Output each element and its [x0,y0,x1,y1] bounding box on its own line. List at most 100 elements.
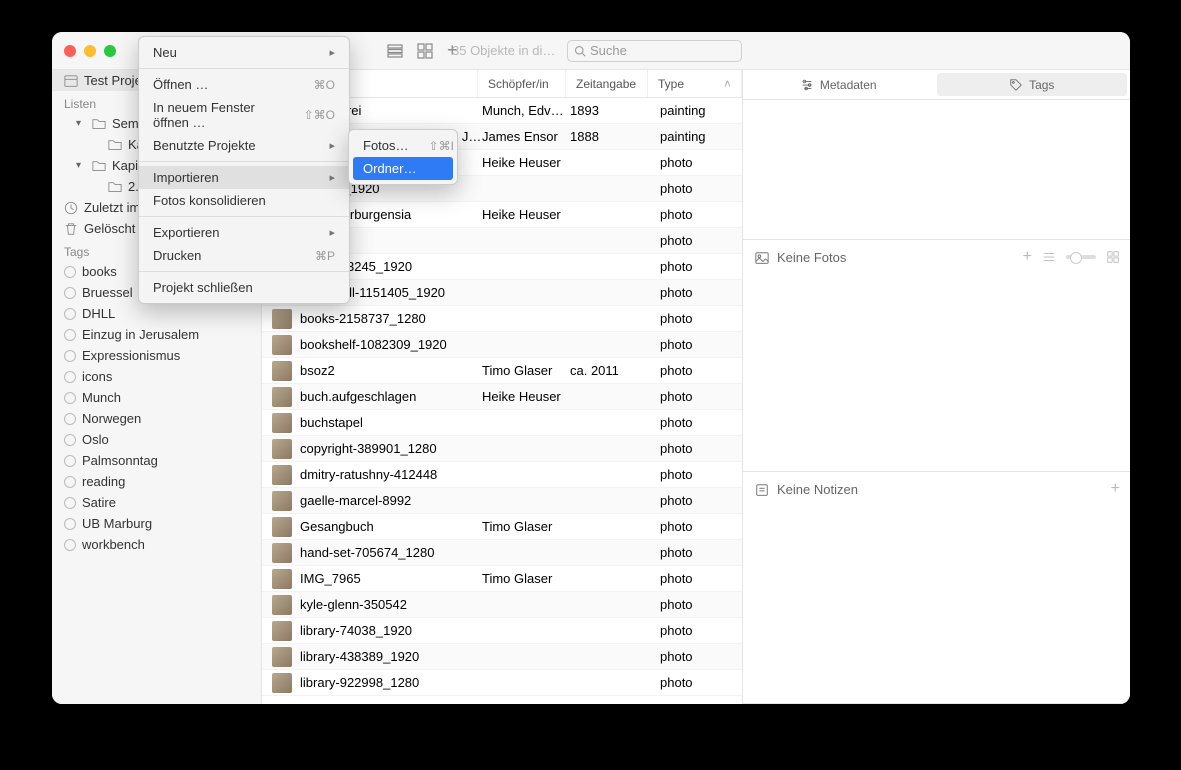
sidebar-tag-item[interactable]: workbench [52,534,261,555]
menu-consolidate[interactable]: Fotos konsolidieren [139,189,349,212]
sidebar-tag-item[interactable]: Palmsonntag [52,450,261,471]
sidebar-tag-item[interactable]: reading [52,471,261,492]
menu-print[interactable]: Drucken⌘P [139,244,349,267]
menu-import[interactable]: Importieren▸ [139,166,349,189]
sidebar-tag-item[interactable]: Oslo [52,429,261,450]
col-type[interactable]: Type˄ [648,70,742,97]
folder-icon [92,159,106,173]
minimize-button[interactable] [84,45,96,57]
tag-color-icon [64,434,76,446]
grid-icon [417,43,433,59]
tag-color-icon [64,350,76,362]
menu-new[interactable]: Neu▸ [139,41,349,64]
note-icon [755,483,769,497]
grid-view-icon[interactable] [1106,250,1120,264]
thumbnail [272,465,292,485]
table-row[interactable]: bsoz2Timo Glaserca. 2011photo [262,358,742,384]
thumb-size-slider[interactable] [1066,255,1096,259]
item-count: 35 Objekte in di… [452,43,555,58]
clock-icon [64,201,78,215]
thumbnail [272,543,292,563]
folder-icon [92,117,106,131]
tag-color-icon [64,308,76,320]
tag-color-icon [64,455,76,467]
sidebar-tag-item[interactable]: Norwegen [52,408,261,429]
photos-panel: Keine Fotos + [743,240,1130,472]
tab-metadata[interactable]: Metadaten [743,70,934,99]
sidebar-tag-item[interactable]: Expressionismus [52,345,261,366]
list-view-icon[interactable] [1042,250,1056,264]
col-creator[interactable]: Schöpfer/in [478,70,566,97]
menu-close-project[interactable]: Projekt schließen [139,276,349,299]
table-row[interactable]: buch.aufgeschlagenHeike Heuserphoto [262,384,742,410]
zoom-button[interactable] [104,45,116,57]
sliders-icon [800,78,814,92]
import-submenu: Fotos…⇧⌘I Ordner… [348,129,458,185]
project-icon [64,74,78,88]
thumbnail [272,569,292,589]
submenu-photos[interactable]: Fotos…⇧⌘I [349,134,457,157]
tag-color-icon [64,371,76,383]
table-row[interactable]: library-922998_1280photo [262,670,742,696]
menu-recent-projects[interactable]: Benutzte Projekte▸ [139,134,349,157]
table-row[interactable]: kyle-glenn-350542photo [262,592,742,618]
tag-color-icon [64,266,76,278]
thumbnail [272,309,292,329]
thumbnail [272,647,292,667]
col-date[interactable]: Zeitangabe [566,70,648,97]
tag-color-icon [64,497,76,509]
submenu-folder[interactable]: Ordner… [353,157,453,180]
table-row[interactable]: bookshelf-1082309_1920photo [262,332,742,358]
table-row[interactable]: hand-set-705674_1280photo [262,540,742,566]
list-icon [387,43,403,59]
table-row[interactable]: library-74038_1920photo [262,618,742,644]
tag-color-icon [64,287,76,299]
table-row[interactable]: GesangbuchTimo Glaserphoto [262,514,742,540]
tag-color-icon [64,392,76,404]
tags-panel [743,100,1130,240]
folder-icon [108,138,122,152]
thumbnail [272,335,292,355]
add-note-button[interactable]: + [1111,480,1120,498]
thumbnail [272,517,292,537]
table-row[interactable]: copyright-389901_1280photo [262,436,742,462]
sidebar-tag-item[interactable]: DHLL [52,303,261,324]
table-row[interactable]: books-2158737_1280photo [262,306,742,332]
tag-color-icon [64,476,76,488]
table-row[interactable]: buchstapelphoto [262,410,742,436]
thumbnail [272,673,292,693]
notes-panel: Keine Notizen + [743,472,1130,704]
table-row[interactable]: dmitry-ratushny-412448photo [262,462,742,488]
table-row[interactable]: library-438389_1920photo [262,644,742,670]
search-input[interactable]: Suche [567,40,742,62]
image-icon [755,251,769,265]
search-icon [574,45,586,57]
sidebar-tag-item[interactable]: Satire [52,492,261,513]
sidebar-tag-item[interactable]: icons [52,366,261,387]
menu-export[interactable]: Exportieren▸ [139,221,349,244]
sort-asc-icon: ˄ [724,77,731,91]
thumbnail [272,439,292,459]
tag-color-icon [64,413,76,425]
close-button[interactable] [64,45,76,57]
window-controls [64,45,116,57]
table-row[interactable]: gaelle-marcel-8992photo [262,488,742,514]
sidebar-tag-item[interactable]: Munch [52,387,261,408]
file-menu: Neu▸ Öffnen …⌘O In neuem Fenster öffnen … [138,36,350,304]
add-photo-button[interactable]: + [1023,248,1032,266]
tag-color-icon [64,518,76,530]
sidebar-tag-item[interactable]: Einzug in Jerusalem [52,324,261,345]
sidebar-tag-item[interactable]: UB Marburg [52,513,261,534]
inspector: Metadaten Tags Keine Fotos + [742,70,1130,704]
thumbnail [272,491,292,511]
tab-tags[interactable]: Tags [937,73,1128,96]
tag-color-icon [64,329,76,341]
menu-open[interactable]: Öffnen …⌘O [139,73,349,96]
thumbnail [272,387,292,407]
folder-icon [108,180,122,194]
view-mode-buttons[interactable]: + [387,40,458,61]
menu-open-new-window[interactable]: In neuem Fenster öffnen …⇧⌘O [139,96,349,134]
table-row[interactable]: IMG_7965Timo Glaserphoto [262,566,742,592]
tag-color-icon [64,539,76,551]
tag-icon [1009,78,1023,92]
